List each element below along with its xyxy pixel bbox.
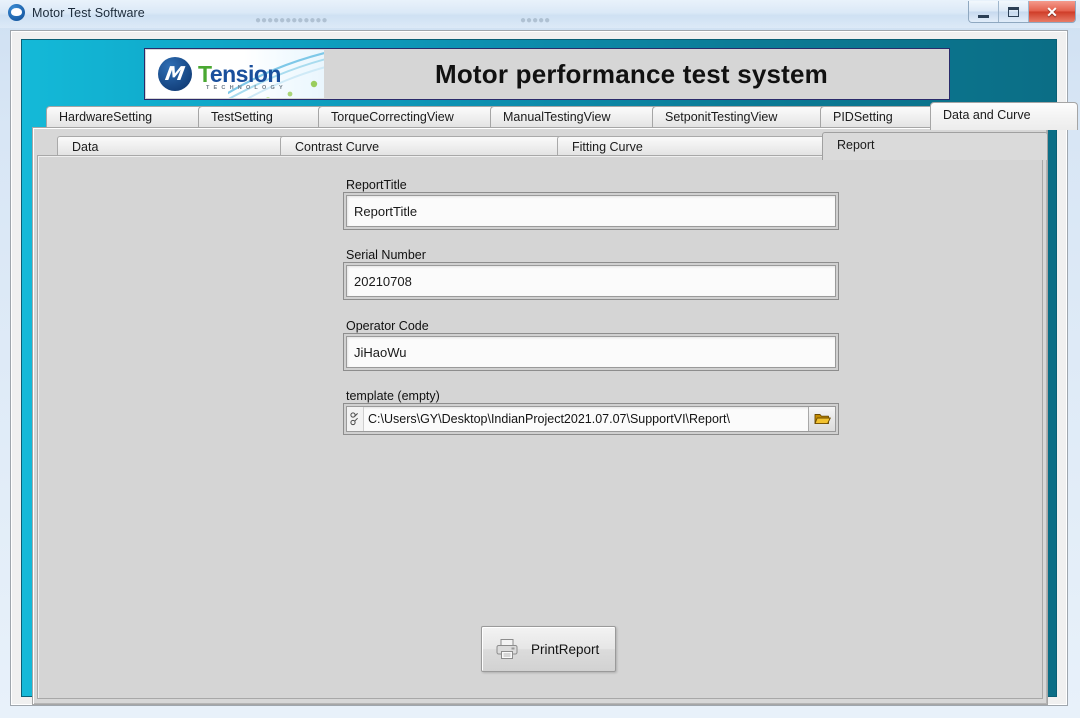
main-tab-label: SetponitTestingView: [665, 110, 778, 124]
main-tab-torquecorrectingview[interactable]: TorqueCorrectingView: [318, 106, 508, 128]
window-controls: ✕: [968, 1, 1076, 23]
close-button[interactable]: ✕: [1029, 1, 1075, 22]
operator-code-input[interactable]: JiHaoWu: [346, 336, 836, 368]
content-panel: Data Contrast Curve Fitting Curve Report Re…: [32, 127, 1048, 705]
reporttitle-label: ReportTitle: [346, 178, 407, 192]
maximize-icon: [1008, 6, 1019, 17]
operator-code-field: Operator Code JiHaoWu: [346, 319, 836, 368]
logo-letters-rest: ension: [209, 60, 282, 87]
template-path-input[interactable]: C:\Users\GY\Desktop\IndianProject2021.07…: [364, 407, 808, 431]
minimize-icon: [978, 8, 989, 18]
ghost-text-left: ●●●●●●●●●●●●: [255, 15, 328, 26]
browse-folder-button[interactable]: [808, 407, 835, 431]
sub-tab-report[interactable]: Report: [822, 132, 1048, 160]
maximize-button[interactable]: [999, 1, 1029, 22]
serial-number-input[interactable]: 20210708: [346, 265, 836, 297]
main-tab-strip: HardwareSetting TestSetting TorqueCorrecti…: [32, 102, 1078, 130]
main-tab-label: TestSetting: [211, 110, 273, 124]
logo-letter-t: T: [198, 60, 210, 87]
main-tab-manualtestingview[interactable]: ManualTestingView: [490, 106, 660, 128]
page-title: Motor performance test system: [434, 58, 829, 89]
main-tab-label: TorqueCorrectingView: [331, 110, 454, 124]
print-report-button[interactable]: PrintReport: [481, 626, 616, 672]
main-tab-label: ManualTestingView: [503, 110, 611, 124]
close-icon: ✕: [1046, 3, 1058, 20]
serial-number-label: Serial Number: [346, 248, 426, 262]
reporttitle-field: ReportTitle ReportTitle: [346, 178, 836, 227]
main-tab-hardwaresetting[interactable]: HardwareSetting: [46, 106, 206, 128]
printer-icon: [496, 639, 518, 659]
ghost-text-mid: ●●●●●: [520, 15, 551, 26]
template-path-field: template (empty) C:\Users\GY\Desktop\Ind…: [346, 389, 836, 432]
operator-code-label: Operator Code: [346, 319, 429, 333]
sub-tab-label: Data: [72, 140, 99, 154]
report-tab-panel: ReportTitle ReportTitle Serial Number 20210…: [37, 155, 1043, 699]
sub-tab-label: Contrast Curve: [295, 140, 380, 154]
reporttitle-input[interactable]: ReportTitle: [346, 195, 836, 227]
main-tab-data-and-curve[interactable]: Data and Curve: [930, 102, 1078, 130]
main-tab-testsetting[interactable]: TestSetting: [198, 106, 326, 128]
app-circle-icon: [8, 4, 25, 21]
sub-tab-label: Report: [837, 138, 875, 152]
main-tab-label: HardwareSetting: [59, 110, 153, 124]
application-window: ●●●●●●●●●●●● ●●●●● ●●●● Motor Test Softw…: [0, 0, 1080, 718]
app-frame: Tension TECHNOLOGY Motor performance tes…: [10, 30, 1078, 706]
serial-number-field: Serial Number 20210708: [346, 248, 836, 297]
logo-tagline: TECHNOLOGY: [206, 85, 287, 91]
logo-m-mark-icon: [158, 57, 192, 91]
template-path-label: template (empty): [346, 389, 440, 403]
main-tab-label: Data and Curve: [943, 108, 1031, 122]
main-tab-label: PIDSetting: [833, 110, 893, 124]
tension-logo: Tension TECHNOLOGY: [146, 50, 324, 98]
folder-open-icon: [814, 414, 831, 425]
sub-tab-label: Fitting Curve: [572, 140, 643, 154]
path-glyph-icon: [347, 407, 364, 431]
main-tab-setponittestingview[interactable]: SetponitTestingView: [652, 106, 828, 128]
title-bar-left: Motor Test Software: [8, 4, 145, 21]
print-report-label: PrintReport: [531, 641, 600, 657]
teal-background: Tension TECHNOLOGY Motor performance tes…: [21, 39, 1078, 705]
logo-wordmark: Tension: [198, 60, 282, 87]
title-bar: ●●●●●●●●●●●● ●●●●● ●●●● Motor Test Softw…: [0, 0, 1080, 28]
window-title: Motor Test Software: [32, 5, 145, 20]
main-tab-pidsetting[interactable]: PIDSetting: [820, 106, 942, 128]
minimize-button[interactable]: [969, 1, 999, 22]
template-path-control[interactable]: C:\Users\GY\Desktop\IndianProject2021.07…: [346, 406, 836, 432]
header-banner: Tension TECHNOLOGY Motor performance tes…: [144, 48, 950, 100]
